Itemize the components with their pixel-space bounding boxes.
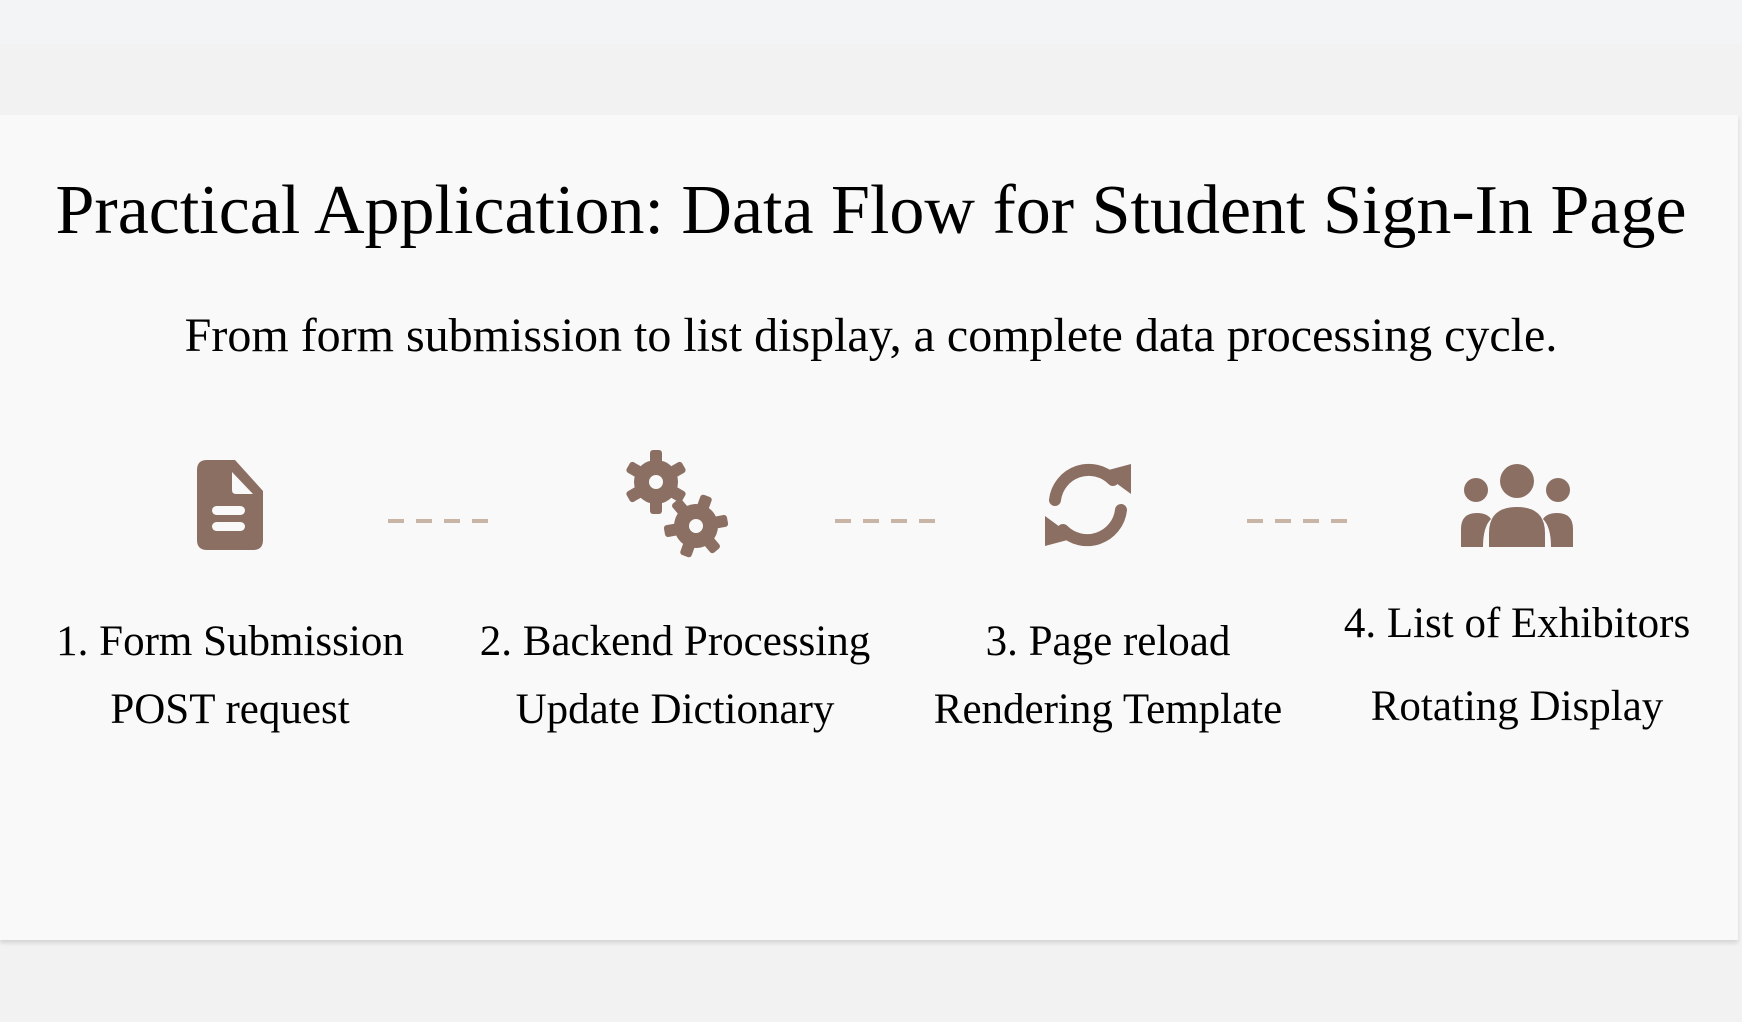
page-subtitle: From form submission to list display, a … xyxy=(184,309,1558,362)
step-detail: Update Dictionary xyxy=(515,686,835,733)
sync-icon xyxy=(898,450,1318,560)
top-bar xyxy=(0,0,1742,44)
step-backend-processing: 2. Backend Processing Update Dictionary xyxy=(465,450,885,733)
step-form-submission: 1. Form Submission POST request xyxy=(20,450,440,733)
users-icon xyxy=(1307,450,1727,560)
step-detail: Rotating Display xyxy=(1370,683,1664,730)
step-label: 4. List of Exhibitors xyxy=(1343,600,1691,647)
step-list-of-exhibitors: 4. List of Exhibitors Rotating Display xyxy=(1307,450,1727,730)
step-label: 2. Backend Processing xyxy=(479,618,871,665)
step-detail: POST request xyxy=(110,686,350,733)
file-icon xyxy=(20,450,440,560)
step-page-reload: 3. Page reload Rendering Template xyxy=(898,450,1318,733)
step-label: 1. Form Submission xyxy=(56,618,404,665)
page-title: Practical Application: Data Flow for Stu… xyxy=(55,172,1687,249)
step-label: 3. Page reload xyxy=(985,618,1231,665)
gears-icon xyxy=(465,450,885,560)
step-detail: Rendering Template xyxy=(933,686,1283,733)
